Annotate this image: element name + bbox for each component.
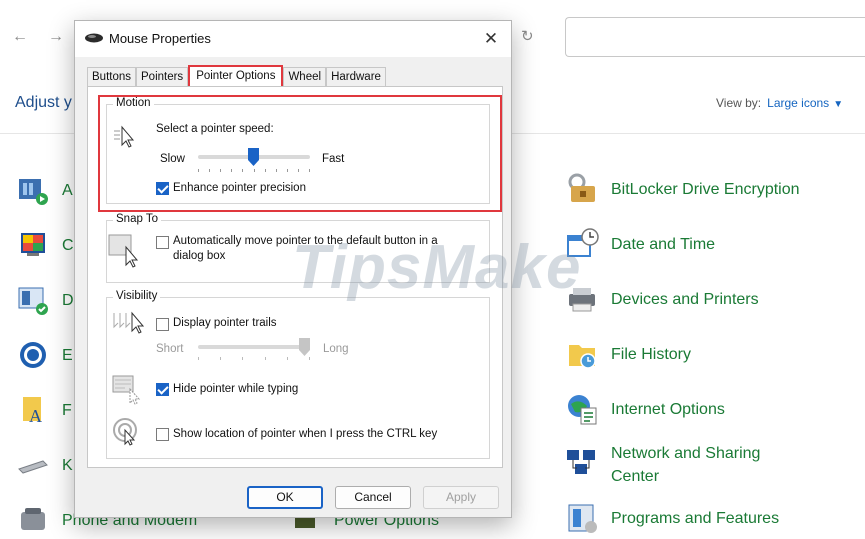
watermark-logo: TipsMake (292, 233, 582, 302)
cp-item-date-time[interactable]: Date and Time (565, 227, 715, 261)
dialog-titlebar[interactable]: Mouse Properties ✕ (75, 21, 511, 57)
cp-item-label: E (62, 346, 73, 364)
cp-item-label: Devices and Printers (611, 290, 759, 308)
apply-button[interactable]: Apply (423, 486, 499, 509)
view-by-value[interactable]: Large icons (767, 96, 829, 110)
cp-item-label: Date and Time (611, 235, 716, 253)
close-icon[interactable]: ✕ (479, 27, 503, 51)
ctrl-location-checkbox[interactable] (156, 428, 169, 441)
cancel-button[interactable]: Cancel (335, 486, 411, 509)
cp-item-label: A (62, 181, 73, 199)
cp-item-programs-features[interactable]: Programs and Features (565, 501, 779, 535)
svg-text:A: A (29, 406, 42, 426)
speed-slider-ticks (198, 169, 310, 172)
cp-item-label: K (62, 456, 73, 474)
hide-pointer-checkbox[interactable] (156, 383, 169, 396)
ok-button[interactable]: OK (247, 486, 323, 509)
cp-item-left-6[interactable]: K (16, 448, 73, 482)
tab-hardware[interactable]: Hardware (326, 67, 386, 87)
slow-label: Slow (160, 153, 185, 165)
cp-item-left-2[interactable]: C (16, 228, 74, 262)
dialog-title: Mouse Properties (109, 31, 211, 46)
speed-label: Select a pointer speed: (156, 123, 274, 135)
speed-slider-thumb[interactable] (248, 148, 259, 166)
enhance-precision-label: Enhance pointer precision (173, 182, 306, 194)
tab-wheel[interactable]: Wheel (283, 67, 327, 87)
cp-item-left-1[interactable]: A (16, 173, 73, 207)
pointer-trails-label: Display pointer trails (173, 317, 277, 329)
ctrl-location-icon (113, 418, 137, 446)
trail-slider-thumb[interactable] (299, 338, 310, 356)
color-management-icon (16, 228, 50, 262)
tab-bar: Buttons Pointers Pointer Options Wheel H… (87, 65, 386, 87)
cp-item-label: C (62, 236, 74, 254)
short-label: Short (156, 343, 184, 355)
trail-slider-ticks (198, 357, 310, 360)
long-label: Long (323, 343, 349, 355)
fast-label: Fast (322, 153, 345, 165)
cp-item-left-5[interactable]: A F (16, 393, 72, 427)
cp-item-bitlocker[interactable]: BitLocker Drive Encryption (565, 172, 800, 206)
cp-item-file-history[interactable]: File History (565, 337, 691, 371)
action-center-icon (16, 173, 50, 207)
fonts-icon: A (16, 393, 50, 427)
ease-of-access-icon (16, 338, 50, 372)
cp-item-label: BitLocker Drive Encryption (611, 180, 800, 198)
hide-pointer-icon (112, 375, 141, 405)
hide-pointer-label: Hide pointer while typing (173, 383, 299, 395)
internet-options-icon (565, 392, 599, 426)
back-arrow-icon[interactable]: ← (12, 28, 28, 46)
trail-slider-track[interactable] (198, 345, 310, 349)
keyboard-icon (16, 448, 50, 482)
cp-item-left-4[interactable]: E (16, 338, 73, 372)
bitlocker-icon (565, 172, 599, 206)
mouse-icon (85, 33, 103, 43)
cp-item-label: File History (611, 345, 692, 363)
view-by-label: View by: (716, 96, 762, 110)
pointer-trails-checkbox[interactable] (156, 318, 169, 331)
enhance-precision-checkbox[interactable] (156, 182, 169, 195)
forward-arrow-icon[interactable]: → (48, 28, 64, 46)
tab-pointers[interactable]: Pointers (136, 67, 189, 87)
cp-item-label: Internet Options (611, 400, 725, 418)
cp-item-label: D (62, 291, 74, 309)
snap-to-group-label: Snap To (113, 213, 161, 225)
default-programs-icon (16, 283, 50, 317)
network-sharing-icon (565, 446, 599, 480)
tab-pointer-options[interactable]: Pointer Options (188, 65, 284, 87)
cp-item-internet-options[interactable]: Internet Options (565, 392, 725, 426)
pointer-speed-icon (114, 125, 135, 148)
visibility-group-label: Visibility (113, 290, 161, 302)
cp-item-label: Network and Sharing Center (611, 445, 761, 485)
cp-item-network-sharing[interactable]: Network and Sharing Center (565, 442, 801, 488)
chevron-down-icon: ▼ (833, 99, 844, 110)
ctrl-location-label: Show location of pointer when I press th… (173, 428, 438, 440)
view-by[interactable]: View by: Large icons ▼ (716, 96, 843, 110)
phone-modem-icon (16, 503, 50, 537)
refresh-icon[interactable]: ↻ (521, 27, 534, 45)
cp-item-left-3[interactable]: D (16, 283, 74, 317)
cp-item-label: Programs and Features (611, 509, 780, 527)
snap-to-icon (108, 234, 139, 268)
snap-to-label-line2: dialog box (173, 250, 226, 262)
snap-to-checkbox[interactable] (156, 236, 169, 249)
file-history-icon (565, 337, 599, 371)
pointer-trails-icon (113, 311, 144, 334)
cp-item-devices-printers[interactable]: Devices and Printers (565, 282, 759, 316)
search-input[interactable] (565, 17, 865, 57)
cp-item-label: F (62, 401, 72, 419)
motion-group-label: Motion (113, 97, 154, 109)
programs-features-icon (565, 501, 599, 535)
page-title: Adjust y (15, 94, 72, 111)
tab-buttons[interactable]: Buttons (87, 67, 136, 87)
